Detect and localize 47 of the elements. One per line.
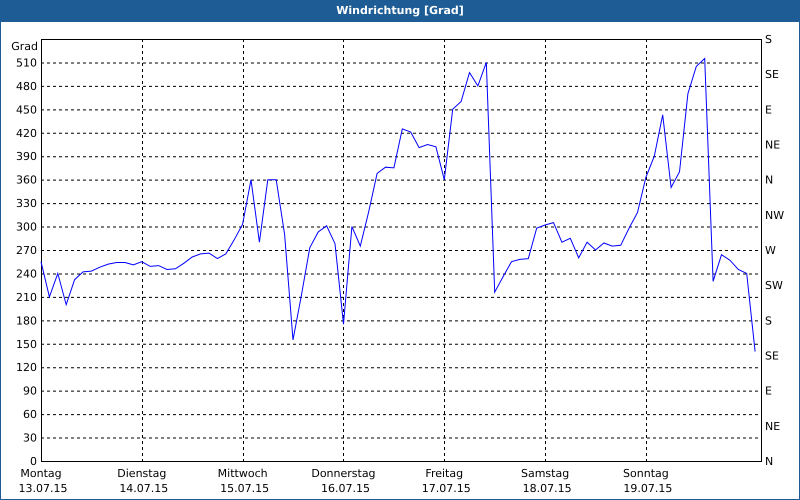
day-label: Freitag	[425, 467, 464, 480]
direction-tick-label: N	[765, 174, 774, 187]
y-tick-label: 150	[16, 338, 37, 351]
window-title: Windrichtung [Grad]	[335, 3, 465, 20]
y-tick-label: 360	[16, 174, 37, 187]
direction-tick-label: N	[765, 455, 774, 468]
date-label: 13.07.15	[18, 482, 68, 495]
y-tick-label: 120	[16, 361, 37, 374]
y-tick-label: 90	[23, 384, 37, 398]
day-label: Donnerstag	[311, 467, 376, 480]
day-label: Montag	[20, 467, 62, 480]
day-label: Samstag	[520, 467, 570, 480]
direction-tick-label: E	[765, 103, 772, 116]
direction-tick-label: S	[765, 33, 772, 46]
date-label: 16.07.15	[320, 482, 370, 495]
y-tick-label: 330	[16, 197, 37, 210]
y-tick-label: 0	[30, 455, 37, 468]
day-label: Mittwoch	[218, 467, 268, 480]
direction-tick-label: E	[765, 384, 772, 398]
y-axis-label: Grad	[11, 40, 38, 53]
y-tick-label: 390	[16, 150, 37, 164]
y-tick-label: 30	[23, 432, 37, 445]
y-tick-label: 60	[23, 408, 37, 422]
date-label: 15.07.15	[220, 482, 270, 495]
date-label: 19.07.15	[623, 482, 672, 495]
date-label: 17.07.15	[422, 482, 471, 495]
direction-tick-label: S	[765, 314, 772, 328]
direction-tick-label: SW	[765, 279, 783, 292]
y-tick-label: 180	[16, 314, 37, 328]
y-tick-label: 300	[16, 220, 37, 234]
y-tick-label: 210	[16, 290, 37, 304]
direction-tick-label: W	[765, 244, 776, 257]
y-tick-label: 420	[16, 126, 37, 140]
date-label: 18.07.15	[522, 482, 572, 495]
direction-tick-label: NE	[765, 138, 780, 152]
day-label: Dienstag	[117, 467, 166, 480]
y-tick-label: 510	[16, 56, 37, 70]
y-tick-label: 270	[16, 244, 37, 257]
direction-tick-label: NW	[765, 208, 784, 222]
y-tick-label: 480	[16, 80, 37, 93]
y-tick-label: 450	[16, 103, 37, 116]
direction-tick-label: SE	[765, 68, 779, 82]
direction-tick-label: NE	[765, 420, 780, 433]
date-label: 14.07.15	[119, 482, 168, 495]
direction-tick-label: SE	[765, 350, 779, 362]
day-label: Sonntag	[623, 467, 669, 480]
y-tick-label: 240	[16, 267, 37, 280]
